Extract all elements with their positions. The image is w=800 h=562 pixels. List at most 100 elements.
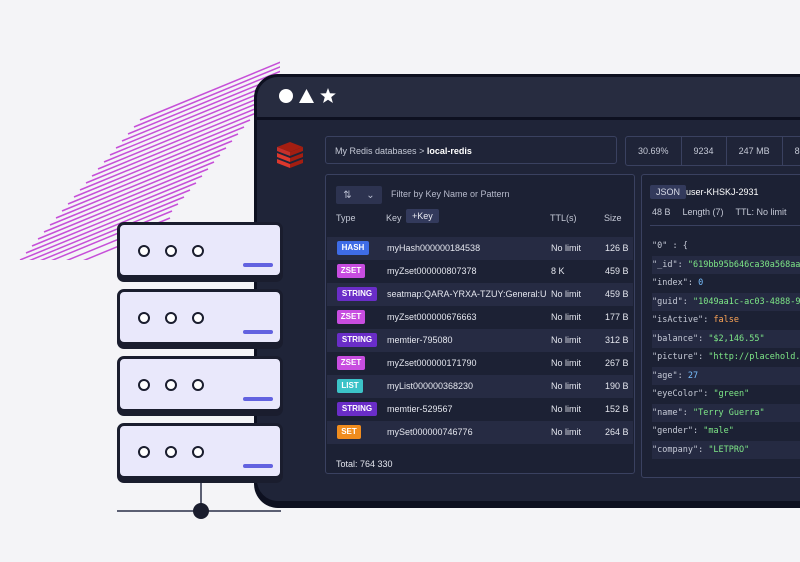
key-ttl: No limit [551,289,582,299]
json-line[interactable]: "0" : { [652,237,800,255]
status-light-icon [165,312,177,324]
status-light-icon [165,379,177,391]
key-size: 267 B [605,358,629,368]
key-row[interactable]: LIST myList000000368230 No limit 190 B [327,375,633,398]
redis-app: My Redis databases > local-redis 30.69% … [257,120,800,501]
key-size: 152 B [605,404,629,414]
json-line[interactable]: "balance": "$2,146.55" [652,329,800,348]
json-value: 0 [698,278,704,288]
stripe-line [103,91,275,163]
json-key: "name" [652,407,683,418]
key-name: mySet000000746776 [387,427,473,437]
status-light-icon [138,312,150,324]
key-row[interactable]: STRING memtier-795080 No limit 312 B [327,329,633,352]
redis-logo-icon[interactable] [275,140,305,168]
key-name: memtier-529567 [387,404,453,414]
column-header-size[interactable]: Size [604,213,622,223]
json-value: "http://placehold.i [708,352,800,362]
key-type-badge: HASH [337,241,369,255]
breadcrumb-root[interactable]: My Redis databases [335,146,417,156]
json-value: "Terry Guerra" [692,407,765,418]
json-line[interactable]: "_id": "619bb95b646ca30a568aa9 [652,255,800,274]
server-unit-icon [117,356,283,412]
key-row[interactable]: SET mySet000000746776 No limit 264 B [327,421,633,444]
key-name: myHash000000184538 [387,243,481,253]
server-unit-icon [117,289,283,345]
status-light-icon [192,245,204,257]
json-key: "_id" [652,259,678,270]
json-separator: : { [667,241,688,251]
json-key: "index" [652,278,688,288]
key-type-badge: ZSET [337,310,365,324]
window-controls [279,88,336,103]
json-line[interactable]: "isActive": false [652,311,800,329]
breadcrumb-current: local-redis [426,146,472,156]
stripe-line [55,147,227,219]
key-size: 312 B [605,335,629,345]
json-line[interactable]: "age": 27 [652,366,800,385]
stripe-line [73,126,245,198]
key-ttl: No limit [551,427,582,437]
json-separator: : [682,407,693,418]
key-name: myList000000368230 [387,381,474,391]
json-value: "$2,146.55" [708,333,765,344]
json-line[interactable]: "index": 0 [652,274,800,292]
json-separator: : [703,389,714,399]
key-ttl: No limit [551,404,582,414]
key-name: memtier-795080 [387,335,453,345]
key-ttl[interactable]: TTL: No limit [736,207,787,217]
key-row[interactable]: STRING memtier-529567 No limit 152 B [327,398,633,421]
divider [650,225,800,226]
key-name-title[interactable]: user-KHSKJ-2931 [686,187,759,197]
key-row[interactable]: ZSET myZset000000807378 8 K 459 B [327,260,633,283]
circle-icon[interactable] [279,88,293,103]
json-line[interactable]: "guid": "1049aa1c-ac03-4888-9b [652,292,800,311]
key-type-badge: ZSET [337,264,365,278]
column-header-key[interactable]: Key [386,213,402,223]
window-titlebar [257,77,800,120]
add-key-button[interactable]: +Key [406,209,439,223]
json-line[interactable]: "company": "LETPRO" [652,440,800,459]
status-light-icon [165,446,177,458]
column-header-type[interactable]: Type [336,213,356,223]
key-row[interactable]: STRING seatmap:QARA-YRXA-TZUY:General:UF N… [327,283,633,306]
key-filter-input[interactable]: Filter by Key Name or Pattern [391,189,510,199]
key-type-badge: ZSET [337,356,365,370]
status-light-icon [192,379,204,391]
json-separator: : [677,259,688,270]
json-line[interactable]: "eyeColor": "green" [652,385,800,403]
decorative-stripes [19,61,280,260]
key-row[interactable]: HASH myHash000000184538 No limit 126 B [327,237,633,260]
key-type-badge: SET [337,425,361,439]
server-unit-icon [117,222,283,278]
key-ttl: No limit [551,312,582,322]
key-name: seatmap:QARA-YRXA-TZUY:General:UF [387,289,547,299]
json-separator: : [677,370,688,381]
breadcrumb[interactable]: My Redis databases > local-redis [325,136,617,164]
star-icon[interactable] [320,88,336,103]
breadcrumb-separator: > [419,146,425,156]
key-details-panel: JSON user-KHSKJ-2931 48 B Length (7) TTL… [641,174,800,478]
json-key: "company" [652,444,699,455]
json-line[interactable]: "picture": "http://placehold.i [652,348,800,366]
stripe-line [49,154,221,226]
key-row[interactable]: ZSET myZset000000171790 No limit 267 B [327,352,633,375]
chevron-down-icon: ⌄ [366,189,375,201]
json-line[interactable]: "name": "Terry Guerra" [652,403,800,422]
key-size: 177 B [605,312,629,322]
key-row[interactable]: ZSET myZset000000676663 No limit 177 B [327,306,633,329]
json-separator: : [703,315,714,325]
json-line[interactable]: "gender": "male" [652,422,800,440]
json-key: "eyeColor" [652,389,704,399]
key-name: myZset000000676663 [387,312,477,322]
drive-slot-icon [243,330,273,334]
triangle-icon[interactable] [299,88,314,103]
key-type-badge: STRING [337,287,377,301]
key-size: 126 B [605,243,629,253]
sort-icon: ⇅ [343,189,352,201]
column-header-ttl[interactable]: TTL(s) [550,213,577,223]
stripe-line [61,140,233,212]
json-separator: : [692,426,704,436]
key-size: 264 B [605,427,629,437]
sort-dropdown[interactable]: ⇅ ⌄ [336,186,382,204]
